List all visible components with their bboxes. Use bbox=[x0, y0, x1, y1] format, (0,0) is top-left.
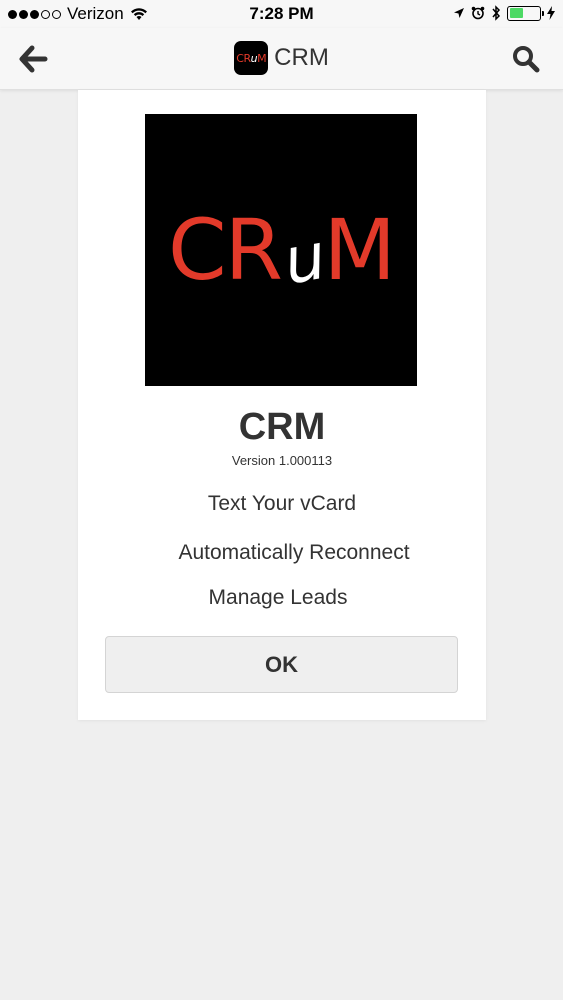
header-title-group: CR u M CRM bbox=[0, 41, 563, 75]
battery-icon bbox=[507, 5, 544, 21]
about-card: CR u M CRM Version 1.000113 Text Your vCar… bbox=[78, 90, 486, 720]
ok-button[interactable]: OK bbox=[105, 636, 458, 693]
feature-item: Text Your vCard bbox=[207, 492, 357, 515]
search-icon bbox=[513, 46, 540, 73]
status-bar: Verizon 7:28 PM bbox=[0, 0, 563, 28]
bluetooth-icon bbox=[492, 5, 501, 21]
app-logo-large: CR u M bbox=[145, 114, 417, 386]
location-arrow-icon bbox=[454, 8, 464, 18]
search-button[interactable] bbox=[511, 44, 541, 74]
status-right bbox=[453, 5, 555, 21]
charging-bolt-icon bbox=[547, 6, 555, 20]
app-version: Version 1.000113 bbox=[231, 453, 333, 468]
alarm-clock-icon bbox=[471, 6, 485, 20]
feature-item: Automatically Reconnect bbox=[178, 541, 410, 564]
app-logo-icon: CR u M bbox=[234, 41, 269, 75]
app-header: CR u M CRM bbox=[0, 28, 563, 90]
feature-item: Manage Leads bbox=[208, 586, 348, 609]
header-title: CRM bbox=[274, 44, 329, 71]
app-name: CRM bbox=[238, 406, 326, 448]
